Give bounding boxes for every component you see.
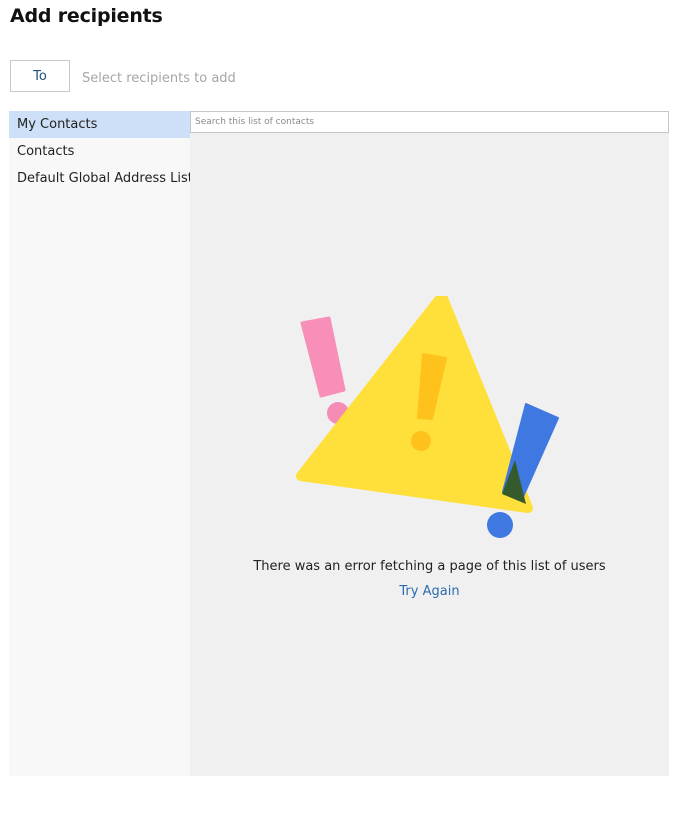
sidebar-item-my-contacts[interactable]: My Contacts (9, 111, 190, 138)
search-input[interactable] (190, 111, 669, 133)
recipients-input[interactable] (82, 68, 442, 88)
page-title: Add recipients (10, 5, 163, 27)
try-again-link[interactable]: Try Again (190, 584, 669, 599)
contacts-panel: There was an error fetching a page of th… (190, 111, 669, 776)
sidebar-item-contacts[interactable]: Contacts (9, 138, 190, 165)
error-message: There was an error fetching a page of th… (253, 559, 606, 574)
warning-triangle-icon (296, 296, 559, 538)
sidebar-item-global-address-list[interactable]: Default Global Address List (9, 165, 193, 192)
to-button[interactable]: To (10, 60, 70, 92)
address-book-sidebar: My Contacts Contacts Default Global Addr… (9, 111, 193, 776)
triangle-shape (296, 296, 533, 513)
